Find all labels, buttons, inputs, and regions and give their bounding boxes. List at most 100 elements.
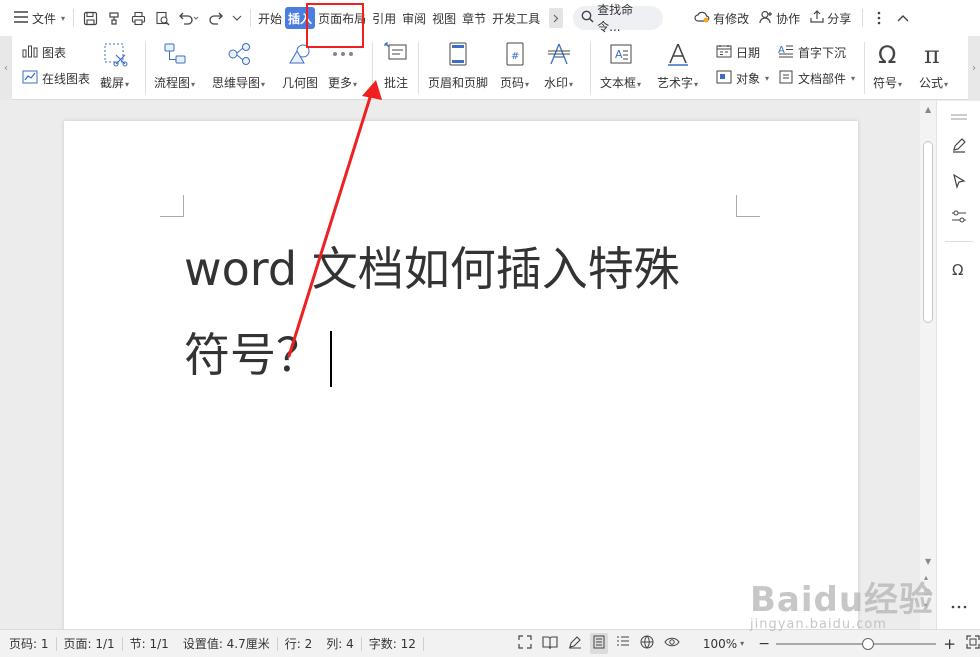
more-tabs-icon[interactable] — [549, 8, 564, 28]
outline-view-icon[interactable] — [616, 635, 630, 652]
tab-view[interactable]: 视图 — [429, 7, 459, 29]
select-pointer-icon[interactable] — [947, 169, 971, 193]
status-word-count[interactable]: 字数: 12 — [362, 635, 423, 652]
online-chart-button[interactable]: 在线图表 — [22, 70, 90, 87]
chevron-down-icon: ▾ — [694, 80, 699, 89]
print-icon[interactable] — [126, 6, 150, 30]
collaborate-button[interactable]: 协作 — [754, 10, 805, 27]
collapse-ribbon-icon[interactable] — [891, 6, 915, 30]
undo-icon[interactable] — [174, 6, 204, 30]
collab-label: 协作 — [776, 11, 801, 26]
status-page[interactable]: 页面: 1/1 — [56, 635, 121, 652]
pen-icon[interactable] — [947, 133, 971, 157]
dropcap-icon: A — [778, 44, 794, 61]
screenshot-icon — [101, 40, 129, 68]
modified-label: 有修改 — [713, 11, 750, 26]
status-page-number[interactable]: 页码: 1 — [0, 635, 56, 652]
cloud-sync-icon — [694, 10, 710, 26]
scrollbar-thumb[interactable] — [923, 141, 933, 323]
file-menu[interactable]: 文件 ▾ — [14, 6, 65, 30]
doc-parts-button[interactable]: 文档部件 ▾ — [778, 70, 855, 87]
wordart-button[interactable]: 艺术字▾ — [657, 40, 698, 91]
web-view-icon[interactable] — [640, 635, 654, 652]
status-setting[interactable]: 设置值: 4.7厘米 — [176, 635, 277, 652]
divider — [945, 241, 973, 242]
tab-references[interactable]: 引用 — [369, 7, 399, 29]
symbol-button[interactable]: Ω 符号▾ — [873, 40, 902, 91]
ribbon-scroll-right[interactable]: › — [968, 36, 980, 100]
flowchart-label: 流程图 — [154, 76, 191, 90]
scroll-down-icon[interactable]: ▼ — [925, 557, 931, 566]
object-button[interactable]: 对象 ▾ — [716, 70, 769, 87]
command-search[interactable]: 查找命令... — [573, 3, 664, 34]
divider — [418, 42, 419, 94]
scroll-up-icon[interactable]: ▲ — [925, 105, 931, 114]
divider — [862, 9, 864, 27]
eye-protection-icon[interactable] — [664, 636, 680, 651]
divider — [422, 636, 424, 651]
share-button[interactable]: 分享 — [805, 10, 856, 27]
edit-mode-icon[interactable] — [568, 635, 582, 652]
header-footer-button[interactable]: 页眉和页脚 — [428, 40, 488, 91]
page-number-button[interactable]: # 页码▾ — [500, 40, 529, 91]
calendar-icon — [716, 44, 732, 61]
format-painter-icon[interactable] — [102, 6, 126, 30]
status-row[interactable]: 行: 2 — [278, 635, 320, 652]
watermark-label: 水印 — [544, 76, 569, 90]
watermark-button[interactable]: 水印▾ — [544, 40, 573, 91]
chevron-down-icon: ▾ — [61, 13, 66, 23]
page-view-icon[interactable] — [589, 633, 608, 654]
chevron-down-icon: ▾ — [898, 80, 903, 89]
more-options-icon[interactable] — [867, 6, 891, 30]
fullscreen-icon[interactable] — [518, 635, 532, 652]
vertical-scrollbar[interactable]: ▲ ▼ ▴ ○ ▾ — [920, 101, 936, 629]
read-mode-icon[interactable] — [542, 635, 558, 652]
quick-access-more-icon[interactable] — [228, 6, 246, 30]
fit-window-icon[interactable] — [966, 635, 980, 652]
save-icon[interactable] — [78, 6, 102, 30]
dropcap-button[interactable]: A 首字下沉 — [778, 44, 846, 61]
more-options-icon[interactable] — [947, 595, 971, 619]
tab-review[interactable]: 审阅 — [399, 7, 429, 29]
textbox-button[interactable]: A 文本框▾ — [600, 40, 641, 91]
zoom-slider-handle[interactable] — [861, 637, 874, 650]
status-section[interactable]: 节: 1/1 — [123, 635, 176, 652]
zoom-level[interactable]: 100% — [696, 637, 744, 651]
status-bar: 页码: 1 页面: 1/1 节: 1/1 设置值: 4.7厘米 行: 2 列: … — [0, 629, 980, 657]
modified-status-button[interactable]: 有修改 — [689, 10, 754, 27]
search-icon — [581, 10, 594, 26]
document-body-text[interactable]: word 文档如何插入特殊 符号？ — [184, 226, 764, 398]
status-col[interactable]: 列: 4 — [319, 635, 361, 652]
geometry-label: 几何图 — [282, 76, 319, 90]
online-chart-icon — [22, 70, 38, 87]
tab-chapter[interactable]: 章节 — [459, 7, 489, 29]
zoom-out-icon[interactable]: − — [758, 636, 770, 652]
chart-button[interactable]: 图表 — [22, 44, 66, 61]
screenshot-label: 截屏 — [100, 76, 125, 90]
ribbon-scroll-left[interactable]: ‹ — [0, 36, 12, 100]
date-button[interactable]: 日期 — [716, 44, 760, 61]
tab-developer[interactable]: 开发工具 — [489, 7, 543, 29]
zoom-slider[interactable] — [775, 637, 936, 651]
svg-text:#: # — [511, 51, 519, 62]
divider — [73, 9, 75, 27]
hamburger-icon — [14, 10, 28, 26]
document-page[interactable]: word 文档如何插入特殊 符号？ — [64, 121, 858, 629]
mindmap-button[interactable]: 思维导图▾ — [212, 40, 265, 91]
omega-icon[interactable]: Ω — [947, 257, 971, 281]
comment-button[interactable]: 批注 — [382, 40, 410, 91]
more-label: 更多 — [328, 76, 353, 90]
tab-home[interactable]: 开始 — [255, 7, 285, 29]
redo-icon[interactable] — [204, 6, 228, 30]
print-preview-icon[interactable] — [150, 6, 174, 30]
textbox-icon: A — [607, 40, 635, 68]
panel-collapse-icon[interactable] — [947, 105, 971, 129]
divider — [590, 42, 591, 94]
zoom-in-icon[interactable]: + — [943, 635, 956, 653]
screenshot-button[interactable]: 截屏▾ — [100, 40, 129, 91]
formula-button[interactable]: π 公式▾ — [919, 40, 948, 91]
settings-sliders-icon[interactable] — [947, 205, 971, 229]
chevron-down-icon[interactable]: ▾ — [740, 639, 744, 648]
flowchart-button[interactable]: 流程图▾ — [154, 40, 195, 91]
watermark-icon — [545, 40, 573, 68]
